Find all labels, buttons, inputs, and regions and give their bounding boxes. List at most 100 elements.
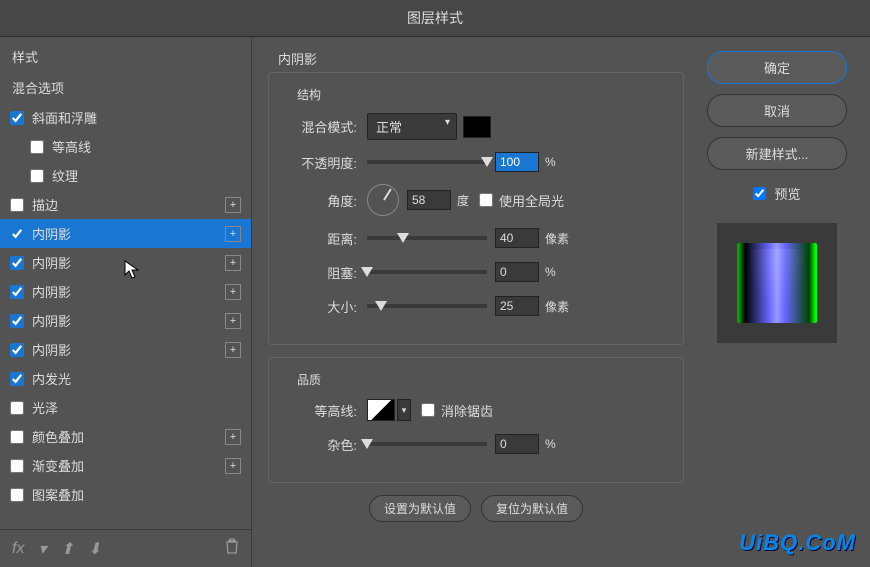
angle-input[interactable]: 58 <box>407 190 451 210</box>
add-effect-icon[interactable]: + <box>225 197 241 213</box>
sidebar-item-checkbox[interactable] <box>10 111 24 125</box>
sidebar-item-label: 纹理 <box>52 166 78 185</box>
add-effect-icon[interactable]: + <box>225 284 241 300</box>
contour-dropdown[interactable]: ▾ <box>397 399 411 421</box>
sidebar-item-label: 内阴影 <box>32 340 71 359</box>
blending-options[interactable]: 混合选项 <box>0 72 251 103</box>
choke-unit: % <box>545 265 556 279</box>
color-swatch[interactable] <box>463 116 491 138</box>
sidebar-item-0[interactable]: 斜面和浮雕 <box>0 103 251 132</box>
size-unit: 像素 <box>545 298 569 315</box>
blend-mode-select[interactable]: 正常 <box>367 113 457 140</box>
sidebar-item-label: 内发光 <box>32 369 71 388</box>
sidebar-item-checkbox[interactable] <box>10 198 24 212</box>
right-column: 确定 取消 新建样式... 预览 <box>700 37 870 567</box>
sidebar-item-3[interactable]: 描边 + <box>0 190 251 219</box>
settings-panel: 内阴影 结构 混合模式: 正常 不透明度: 100 % 角度: 58 度 使用全… <box>252 37 700 567</box>
opacity-slider[interactable] <box>367 160 487 164</box>
sidebar-item-checkbox[interactable] <box>10 401 24 415</box>
dialog-title: 图层样式 <box>0 0 870 37</box>
sidebar-item-11[interactable]: 颜色叠加 + <box>0 422 251 451</box>
antialias-checkbox[interactable]: 消除锯齿 <box>421 401 493 420</box>
sidebar-item-checkbox[interactable] <box>10 256 24 270</box>
distance-label: 距离: <box>287 229 357 248</box>
add-effect-icon[interactable]: + <box>225 255 241 271</box>
sidebar-item-checkbox[interactable] <box>10 488 24 502</box>
add-effect-icon[interactable]: + <box>225 429 241 445</box>
preview-box <box>717 223 837 343</box>
sidebar-item-5[interactable]: 内阴影 + <box>0 248 251 277</box>
quality-legend: 品质 <box>293 371 325 388</box>
sidebar-item-label: 等高线 <box>52 137 91 156</box>
sidebar-item-checkbox[interactable] <box>10 227 24 241</box>
choke-input[interactable]: 0 <box>495 262 539 282</box>
sidebar-item-checkbox[interactable] <box>10 430 24 444</box>
sidebar-item-12[interactable]: 渐变叠加 + <box>0 451 251 480</box>
sidebar-item-checkbox[interactable] <box>10 343 24 357</box>
sidebar-item-1[interactable]: 等高线 <box>0 132 251 161</box>
angle-label: 角度: <box>287 191 357 210</box>
noise-slider[interactable] <box>367 442 487 446</box>
sidebar-item-label: 内阴影 <box>32 224 71 243</box>
contour-swatch[interactable] <box>367 399 395 421</box>
sidebar-item-label: 渐变叠加 <box>32 456 84 475</box>
sidebar-item-9[interactable]: 内发光 <box>0 364 251 393</box>
reset-default-button[interactable]: 复位为默认值 <box>481 495 583 522</box>
distance-slider[interactable] <box>367 236 487 240</box>
opacity-unit: % <box>545 155 556 169</box>
sidebar-item-label: 光泽 <box>32 398 58 417</box>
chevron-down-icon[interactable]: ▾ <box>38 539 46 559</box>
global-light-checkbox[interactable]: 使用全局光 <box>479 191 564 210</box>
add-effect-icon[interactable]: + <box>225 342 241 358</box>
size-slider[interactable] <box>367 304 487 308</box>
cancel-button[interactable]: 取消 <box>707 94 847 127</box>
sidebar-item-label: 描边 <box>32 195 58 214</box>
arrow-down-icon[interactable]: ⬇ <box>88 539 101 559</box>
sidebar-item-13[interactable]: 图案叠加 <box>0 480 251 509</box>
angle-dial[interactable] <box>367 184 399 216</box>
new-style-button[interactable]: 新建样式... <box>707 137 847 170</box>
sidebar-item-7[interactable]: 内阴影 + <box>0 306 251 335</box>
contour-label: 等高线: <box>287 401 357 420</box>
styles-sidebar: 样式 混合选项 斜面和浮雕等高线纹理描边+内阴影+内阴影+内阴影+内阴影+内阴影… <box>0 37 252 567</box>
noise-unit: % <box>545 437 556 451</box>
sidebar-item-10[interactable]: 光泽 <box>0 393 251 422</box>
preview-checkbox[interactable]: 预览 <box>753 184 800 203</box>
trash-icon[interactable] <box>225 538 239 559</box>
distance-input[interactable]: 40 <box>495 228 539 248</box>
ok-button[interactable]: 确定 <box>707 51 847 84</box>
panel-title: 内阴影 <box>278 49 684 68</box>
add-effect-icon[interactable]: + <box>225 458 241 474</box>
noise-label: 杂色: <box>287 435 357 454</box>
angle-unit: 度 <box>457 192 469 209</box>
sidebar-item-checkbox[interactable] <box>10 372 24 386</box>
choke-slider[interactable] <box>367 270 487 274</box>
sidebar-footer: fx ▾ ⬆ ⬇ <box>0 529 251 567</box>
sidebar-item-label: 斜面和浮雕 <box>32 108 97 127</box>
sidebar-item-checkbox[interactable] <box>10 285 24 299</box>
sidebar-item-checkbox[interactable] <box>10 314 24 328</box>
fx-label[interactable]: fx <box>12 540 24 558</box>
sidebar-item-label: 内阴影 <box>32 253 71 272</box>
add-effect-icon[interactable]: + <box>225 313 241 329</box>
sidebar-item-checkbox[interactable] <box>10 459 24 473</box>
distance-unit: 像素 <box>545 230 569 247</box>
sidebar-item-6[interactable]: 内阴影 + <box>0 277 251 306</box>
sidebar-header: 样式 <box>0 37 251 72</box>
sidebar-item-label: 颜色叠加 <box>32 427 84 446</box>
sidebar-item-8[interactable]: 内阴影 + <box>0 335 251 364</box>
add-effect-icon[interactable]: + <box>225 226 241 242</box>
noise-input[interactable]: 0 <box>495 434 539 454</box>
sidebar-item-4[interactable]: 内阴影 + <box>0 219 251 248</box>
watermark: UiBQ.CoM <box>739 530 856 556</box>
sidebar-item-checkbox[interactable] <box>30 140 44 154</box>
sidebar-item-label: 内阴影 <box>32 311 71 330</box>
sidebar-item-2[interactable]: 纹理 <box>0 161 251 190</box>
sidebar-item-label: 内阴影 <box>32 282 71 301</box>
make-default-button[interactable]: 设置为默认值 <box>369 495 471 522</box>
sidebar-item-checkbox[interactable] <box>30 169 44 183</box>
opacity-input[interactable]: 100 <box>495 152 539 172</box>
sidebar-item-label: 图案叠加 <box>32 485 84 504</box>
arrow-up-icon[interactable]: ⬆ <box>60 539 73 559</box>
size-input[interactable]: 25 <box>495 296 539 316</box>
